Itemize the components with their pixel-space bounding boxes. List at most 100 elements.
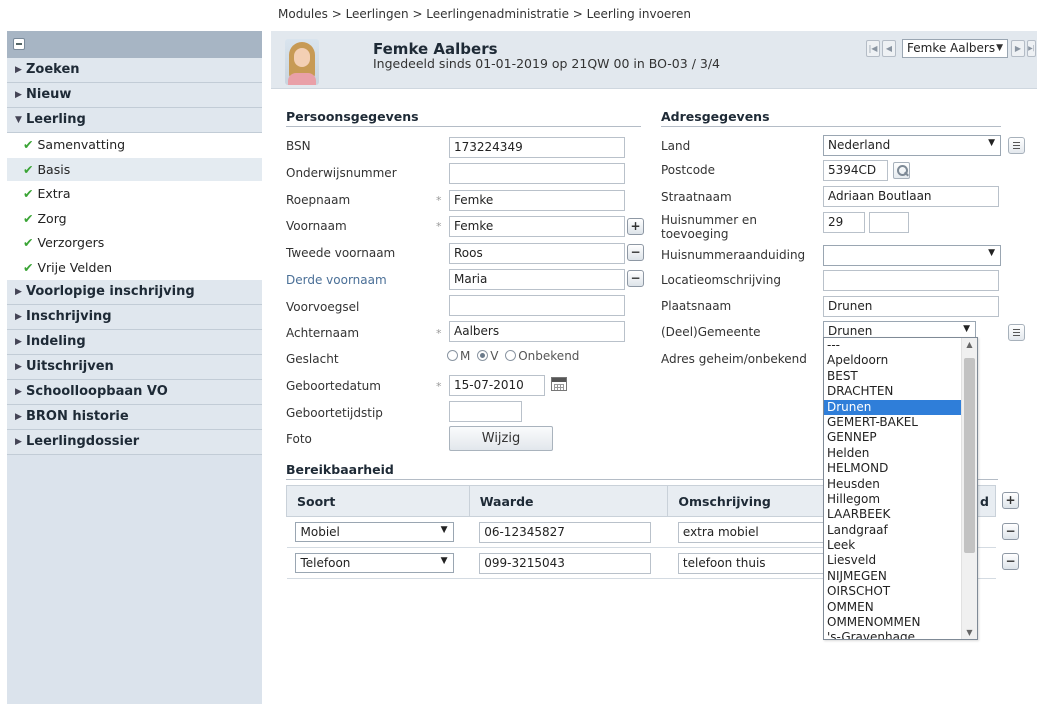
dropdown-option[interactable]: Heusden	[824, 477, 977, 492]
geboortetijdstip-field[interactable]	[449, 401, 522, 422]
dropdown-option[interactable]: GEMERT-BAKEL	[824, 415, 977, 430]
add-voornaam-button[interactable]: +	[627, 218, 644, 235]
list-icon[interactable]	[1008, 324, 1025, 341]
dropdown-option[interactable]: Liesveld	[824, 553, 977, 568]
dropdown-option[interactable]: Apeldoorn	[824, 353, 977, 368]
scroll-up-icon[interactable]: ▲	[962, 340, 977, 349]
dropdown-option[interactable]: Hillegom	[824, 492, 977, 507]
sidebar-subitem-vrije-velden[interactable]: ✔ Vrije Velden	[7, 255, 262, 280]
onderwijsnummer-field[interactable]	[449, 163, 625, 184]
add-contact-button[interactable]: +	[1002, 492, 1019, 509]
required-marker: *	[436, 327, 442, 340]
label-postcode: Postcode	[661, 163, 716, 177]
sidebar-subitem-basis[interactable]: ✔ Basis	[7, 157, 262, 182]
huisnummer-field[interactable]: 29	[823, 212, 865, 233]
waarde-field[interactable]: 099-3215043	[479, 553, 652, 574]
next-record-icon[interactable]: ▶	[1011, 40, 1025, 57]
land-select[interactable]: Nederland ▼	[823, 135, 1001, 156]
chevron-down-icon: ▼	[988, 248, 995, 258]
sidebar-subitem-extra[interactable]: ✔ Extra	[7, 182, 262, 207]
main-panel: Femke Aalbers Ingedeeld sinds 01-01-2019…	[271, 31, 1037, 704]
roepnaam-field[interactable]: Femke	[449, 190, 625, 211]
scrollbar-thumb[interactable]	[964, 358, 975, 553]
huisnummeraanduiding-select[interactable]: ▼	[823, 245, 1001, 266]
achternaam-field[interactable]: Aalbers	[449, 321, 625, 342]
sidebar-item-uitschrijven[interactable]: ▶ Uitschrijven	[7, 355, 262, 380]
toevoeging-field[interactable]	[869, 212, 909, 233]
waarde-field[interactable]: 06-12345827	[479, 522, 652, 543]
list-icon[interactable]	[1008, 137, 1025, 154]
sidebar-item-indeling[interactable]: ▶ Indeling	[7, 330, 262, 355]
previous-record-icon[interactable]: ◀	[882, 40, 896, 57]
derde-voornaam-field[interactable]: Maria	[449, 269, 625, 290]
tweede-voornaam-field[interactable]: Roos	[449, 243, 625, 264]
dropdown-option[interactable]: ---	[824, 338, 977, 353]
remove-contact-button[interactable]: −	[1002, 553, 1019, 570]
sidebar-item-inschrijving[interactable]: ▶ Inschrijving	[7, 305, 262, 330]
check-icon: ✔	[23, 259, 34, 275]
locatieomschrijving-field[interactable]	[823, 270, 999, 291]
soort-select[interactable]: Telefoon ▼	[294, 553, 454, 573]
remove-derde-voornaam-button[interactable]: −	[627, 270, 644, 287]
triangle-right-icon: ▶	[15, 387, 22, 397]
sidebar-item-voorlopige-inschrijving[interactable]: ▶ Voorlopige inschrijving	[7, 280, 262, 305]
dropdown-option[interactable]: 's-Gravenhage	[824, 630, 977, 639]
dropdown-option[interactable]: OMMENOMMEN	[824, 615, 977, 630]
dropdown-option[interactable]: Leek	[824, 538, 977, 553]
dropdown-option[interactable]: BEST	[824, 369, 977, 384]
section-title-persoonsgegevens: Persoonsgegevens	[286, 109, 419, 124]
sidebar-subitem-verzorgers[interactable]: ✔ Verzorgers	[7, 231, 262, 256]
postcode-field[interactable]: 5394CD	[823, 160, 888, 181]
dropdown-option-highlighted[interactable]: Drunen	[824, 399, 977, 415]
chevron-down-icon: ▼	[440, 556, 448, 566]
sidebar-subitem-samenvatting[interactable]: ✔ Samenvatting	[7, 133, 262, 158]
dropdown-option[interactable]: OMMEN	[824, 600, 977, 615]
last-record-icon[interactable]: ▶|	[1027, 40, 1036, 57]
wijzig-foto-button[interactable]: Wijzig	[449, 426, 553, 451]
collapse-icon[interactable]	[13, 38, 25, 50]
student-select[interactable]: Femke Aalbers ▼	[902, 39, 1008, 58]
voornaam-field[interactable]: Femke	[449, 216, 625, 237]
label-geboortetijdstip: Geboortetijdstip	[286, 406, 383, 420]
voorvoegsel-field[interactable]	[449, 295, 625, 316]
dropdown-option[interactable]: Helden	[824, 446, 977, 461]
sidebar-item-nieuw[interactable]: ▶ Nieuw	[7, 83, 262, 108]
gemeente-dropdown-list[interactable]: --- Apeldoorn BEST DRACHTEN Drunen GEMER…	[823, 337, 978, 640]
check-icon: ✔	[23, 137, 34, 152]
dropdown-option[interactable]: DRACHTEN	[824, 384, 977, 399]
radio-v[interactable]	[477, 350, 489, 361]
sidebar-item-leerling[interactable]: ▼ Leerling	[7, 108, 262, 133]
label-achternaam: Achternaam	[286, 326, 360, 340]
dropdown-option[interactable]: OIRSCHOT	[824, 584, 977, 599]
sidebar-item-schoolloopbaan-vo[interactable]: ▶ Schoolloopbaan VO	[7, 380, 262, 405]
scroll-down-icon[interactable]: ▼	[962, 628, 977, 637]
remove-contact-button[interactable]: −	[1002, 523, 1019, 540]
sidebar-item-bron-historie[interactable]: ▶ BRON historie	[7, 405, 262, 430]
dropdown-option[interactable]: GENNEP	[824, 430, 977, 445]
search-icon[interactable]	[893, 162, 910, 179]
dropdown-option[interactable]: Landgraaf	[824, 523, 977, 538]
plaatsnaam-field[interactable]: Drunen	[823, 296, 999, 317]
geslacht-radio-group: M V Onbekend	[447, 349, 582, 363]
radio-m[interactable]	[447, 350, 458, 361]
calendar-icon[interactable]	[551, 377, 567, 391]
sidebar-subitem-zorg[interactable]: ✔ Zorg	[7, 206, 262, 231]
remove-tweede-voornaam-button[interactable]: −	[627, 244, 644, 261]
sidebar-item-leerlingdossier[interactable]: ▶ Leerlingdossier	[7, 430, 262, 455]
soort-select[interactable]: Mobiel ▼	[294, 522, 454, 542]
dropdown-scrollbar[interactable]: ▲ ▼	[961, 338, 977, 639]
geboortedatum-field[interactable]: 15-07-2010	[449, 375, 545, 396]
straatnaam-field[interactable]: Adriaan Boutlaan	[823, 186, 999, 207]
bsn-field[interactable]: 173224349	[449, 137, 625, 158]
sidebar-item-zoeken[interactable]: ▶ Zoeken	[7, 58, 262, 83]
radio-onbekend[interactable]	[505, 350, 517, 361]
first-record-icon[interactable]: |◀	[866, 40, 880, 57]
dropdown-option[interactable]: NIJMEGEN	[824, 569, 977, 584]
dropdown-option[interactable]: HELMOND	[824, 461, 977, 476]
label-straatnaam: Straatnaam	[661, 190, 732, 204]
sidebar-collapse-toggle[interactable]	[7, 31, 262, 58]
chevron-down-icon: ▼	[963, 324, 970, 334]
dropdown-option[interactable]: LAARBEEK	[824, 507, 977, 522]
required-marker: *	[436, 220, 442, 233]
triangle-right-icon: ▶	[15, 437, 22, 447]
